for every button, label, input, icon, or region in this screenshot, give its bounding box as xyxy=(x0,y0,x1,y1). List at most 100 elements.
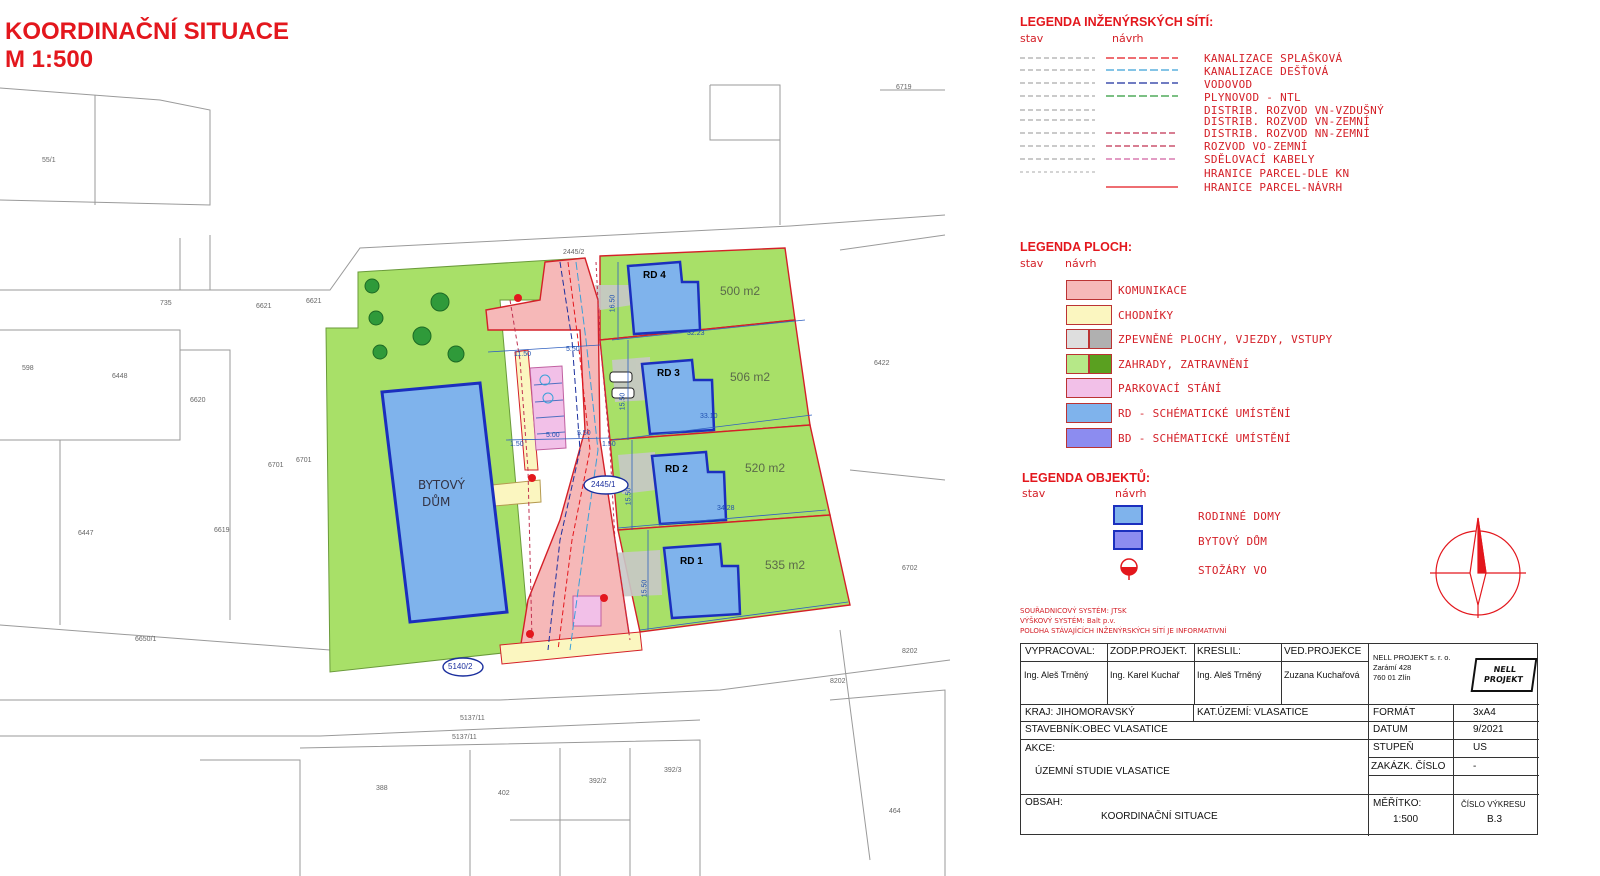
legend-area-item: PARKOVACÍ STÁNÍ xyxy=(1118,382,1222,395)
parcel-label: 6422 xyxy=(874,360,890,367)
parcel-label: 8202 xyxy=(830,678,846,685)
tb-akce: ÚZEMNÍ STUDIE VLASATICE xyxy=(1035,766,1170,777)
note-utilities: POLOHA STÁVAJÍCÍCH INŽENÝRSKÝCH SÍTÍ JE … xyxy=(1020,627,1227,635)
parcel-label: 55/1 xyxy=(42,157,56,164)
note-height-system: VÝŠKOVÝ SYSTÉM: Balt p.v. xyxy=(1020,617,1116,625)
legend-col-stav: stav xyxy=(1020,257,1044,270)
tb-datum-label: DATUM xyxy=(1373,724,1408,735)
parcel-label: 6448 xyxy=(112,373,128,380)
tb-meritko-label: MĚŘÍTKO: xyxy=(1373,798,1422,809)
house-label-rd4: RD 4 xyxy=(643,270,666,281)
company-logo-text: NELL PROJEKT xyxy=(1483,665,1524,684)
parcel-label: 6702 xyxy=(902,565,918,572)
swatch-rd xyxy=(1066,403,1112,423)
dimension-label: 5.50 xyxy=(566,346,580,353)
parcel-label: 6621 xyxy=(256,303,272,310)
legend-network-item: KANALIZACE SPLAŠKOVÁ xyxy=(1204,52,1343,65)
tb-zodp: Ing. Karel Kuchař xyxy=(1110,670,1180,680)
tb-format: 3xA4 xyxy=(1473,707,1496,718)
swatch-bd xyxy=(1066,428,1112,448)
tb-zakazka: - xyxy=(1473,761,1477,772)
dimension-label: 15.50 xyxy=(641,579,649,598)
dimension-label: 11.50 xyxy=(514,351,531,358)
house-label-rd1: RD 1 xyxy=(680,556,703,567)
parcel-label: 6650/1 xyxy=(135,636,157,643)
legend-object-item: RODINNÉ DOMY xyxy=(1198,510,1282,523)
parcel-label: 6447 xyxy=(78,530,94,537)
parcel-label: 388 xyxy=(376,785,388,792)
tb-company-city: 760 01 Zlín xyxy=(1373,673,1411,682)
legend-network-item: KANALIZACE DEŠŤOVÁ xyxy=(1204,65,1329,78)
dimension-label: 1.50 xyxy=(602,441,616,448)
parcel-label: 5137/11 xyxy=(452,734,477,741)
drawing-title: KOORDINAČNÍ SITUACE xyxy=(5,18,290,45)
plot-area-rd1: 535 m2 xyxy=(765,558,806,572)
dimension-label: 16.50 xyxy=(609,294,617,313)
parcel-label: 598 xyxy=(22,365,34,372)
parcel-label: 8202 xyxy=(902,648,918,655)
dimension-label: 33.10 xyxy=(700,413,718,420)
parcel-label: 6719 xyxy=(896,84,912,91)
tb-zodp-label: ZODP.PROJEKT. xyxy=(1110,646,1188,657)
legend-col-stav: stav xyxy=(1022,487,1046,500)
parcel-label: 392/3 xyxy=(664,767,682,774)
legend-network-item: VODOVOD xyxy=(1204,78,1253,91)
tb-company-street: Zarámí 428 xyxy=(1373,663,1412,672)
note-coordinate-system: SOUŘADNICOVÝ SYSTÉM: JTSK xyxy=(1020,607,1127,615)
dimension-label: 34.28 xyxy=(717,505,735,512)
legend-network-item: SDĚLOVACÍ KABELY xyxy=(1204,153,1315,166)
legend-networks-heading: LEGENDA INŽENÝRSKÝCH SÍTÍ: xyxy=(1020,15,1214,29)
apartment-label-1: BYTOVÝ xyxy=(418,478,466,492)
parcel-label: 6701 xyxy=(268,462,284,469)
tb-stavebnik: STAVEBNÍK:OBEC VLASATICE xyxy=(1025,724,1168,735)
parcel-label: 6701 xyxy=(296,457,312,464)
legend-line-samples xyxy=(1020,57,1178,188)
swatch-parkovaci xyxy=(1066,378,1112,398)
legend-area-item: ZAHRADY, ZATRAVNĚNÍ xyxy=(1118,358,1250,371)
swatch-chodniky xyxy=(1066,305,1112,325)
tb-stupen: US xyxy=(1473,742,1487,753)
apartment-label-2: DŮM xyxy=(422,495,451,509)
tb-obsah-label: OBSAH: xyxy=(1025,797,1063,808)
legend-area-item: RD - SCHÉMATICKÉ UMÍSTĚNÍ xyxy=(1118,407,1292,420)
tb-company-name: NELL PROJEKT s. r. o. xyxy=(1373,653,1451,662)
legend-objects-heading: LEGENDA OBJEKTŮ: xyxy=(1022,471,1151,485)
dimension-label: 5.50 xyxy=(577,430,591,437)
legend-col-stav: stav xyxy=(1020,32,1044,45)
dimension-label: 5.00 xyxy=(546,432,560,439)
dimension-label: 32.23 xyxy=(687,330,705,337)
tb-meritko: 1:500 xyxy=(1393,814,1419,825)
tb-obsah: KOORDINAČNÍ SITUACE xyxy=(1101,811,1218,822)
legend-col-navrh: návrh xyxy=(1065,257,1097,270)
swatch-bytovy-dum xyxy=(1113,530,1143,550)
legend-area-item: CHODNÍKY xyxy=(1118,309,1174,322)
parcel-label: 402 xyxy=(498,790,510,797)
sidewalk-path xyxy=(491,479,542,507)
tb-datum: 9/2021 xyxy=(1473,724,1504,735)
tb-cislo-label: ČÍSLO VÝKRESU xyxy=(1461,800,1526,809)
parcel-label: 464 xyxy=(889,808,901,815)
tb-akce-label: AKCE: xyxy=(1025,743,1056,754)
parcel-label: 6621 xyxy=(306,298,322,305)
swatch-zahrady-navrh xyxy=(1089,354,1112,374)
tb-kreslil-label: KRESLIL: xyxy=(1197,646,1241,657)
parcel-label: 392/2 xyxy=(589,778,607,785)
parcel-label: 6619 xyxy=(214,527,230,534)
legend-col-navrh: návrh xyxy=(1115,487,1147,500)
legend-network-item: HRANICE PARCEL-NÁVRH xyxy=(1204,181,1343,194)
parcel-label: 6620 xyxy=(190,397,206,404)
dimension-label: 15.50 xyxy=(619,392,627,411)
dimension-label: 15.50 xyxy=(625,487,633,506)
north-arrow-icon xyxy=(1430,517,1526,618)
tb-vypracoval-label: VYPRACOVAL: xyxy=(1025,646,1095,657)
legend-area-item: KOMUNIKACE xyxy=(1118,284,1188,297)
tb-ved: Zuzana Kuchařová xyxy=(1284,670,1360,680)
house-label-rd2: RD 2 xyxy=(665,464,688,475)
tb-format-label: FORMÁT xyxy=(1373,707,1416,718)
swatch-komunikace xyxy=(1066,280,1112,300)
legend-network-item: HRANICE PARCEL-DLE KN xyxy=(1204,167,1350,180)
road-label-2445-1: 2445/1 xyxy=(591,480,616,489)
tb-kreslil: Ing. Aleš Trněný xyxy=(1197,670,1262,680)
legend-network-item: ROZVOD VO-ZEMNÍ xyxy=(1204,140,1308,153)
legend-network-item: DISTRIB. ROZVOD NN-ZEMNÍ xyxy=(1204,127,1371,140)
